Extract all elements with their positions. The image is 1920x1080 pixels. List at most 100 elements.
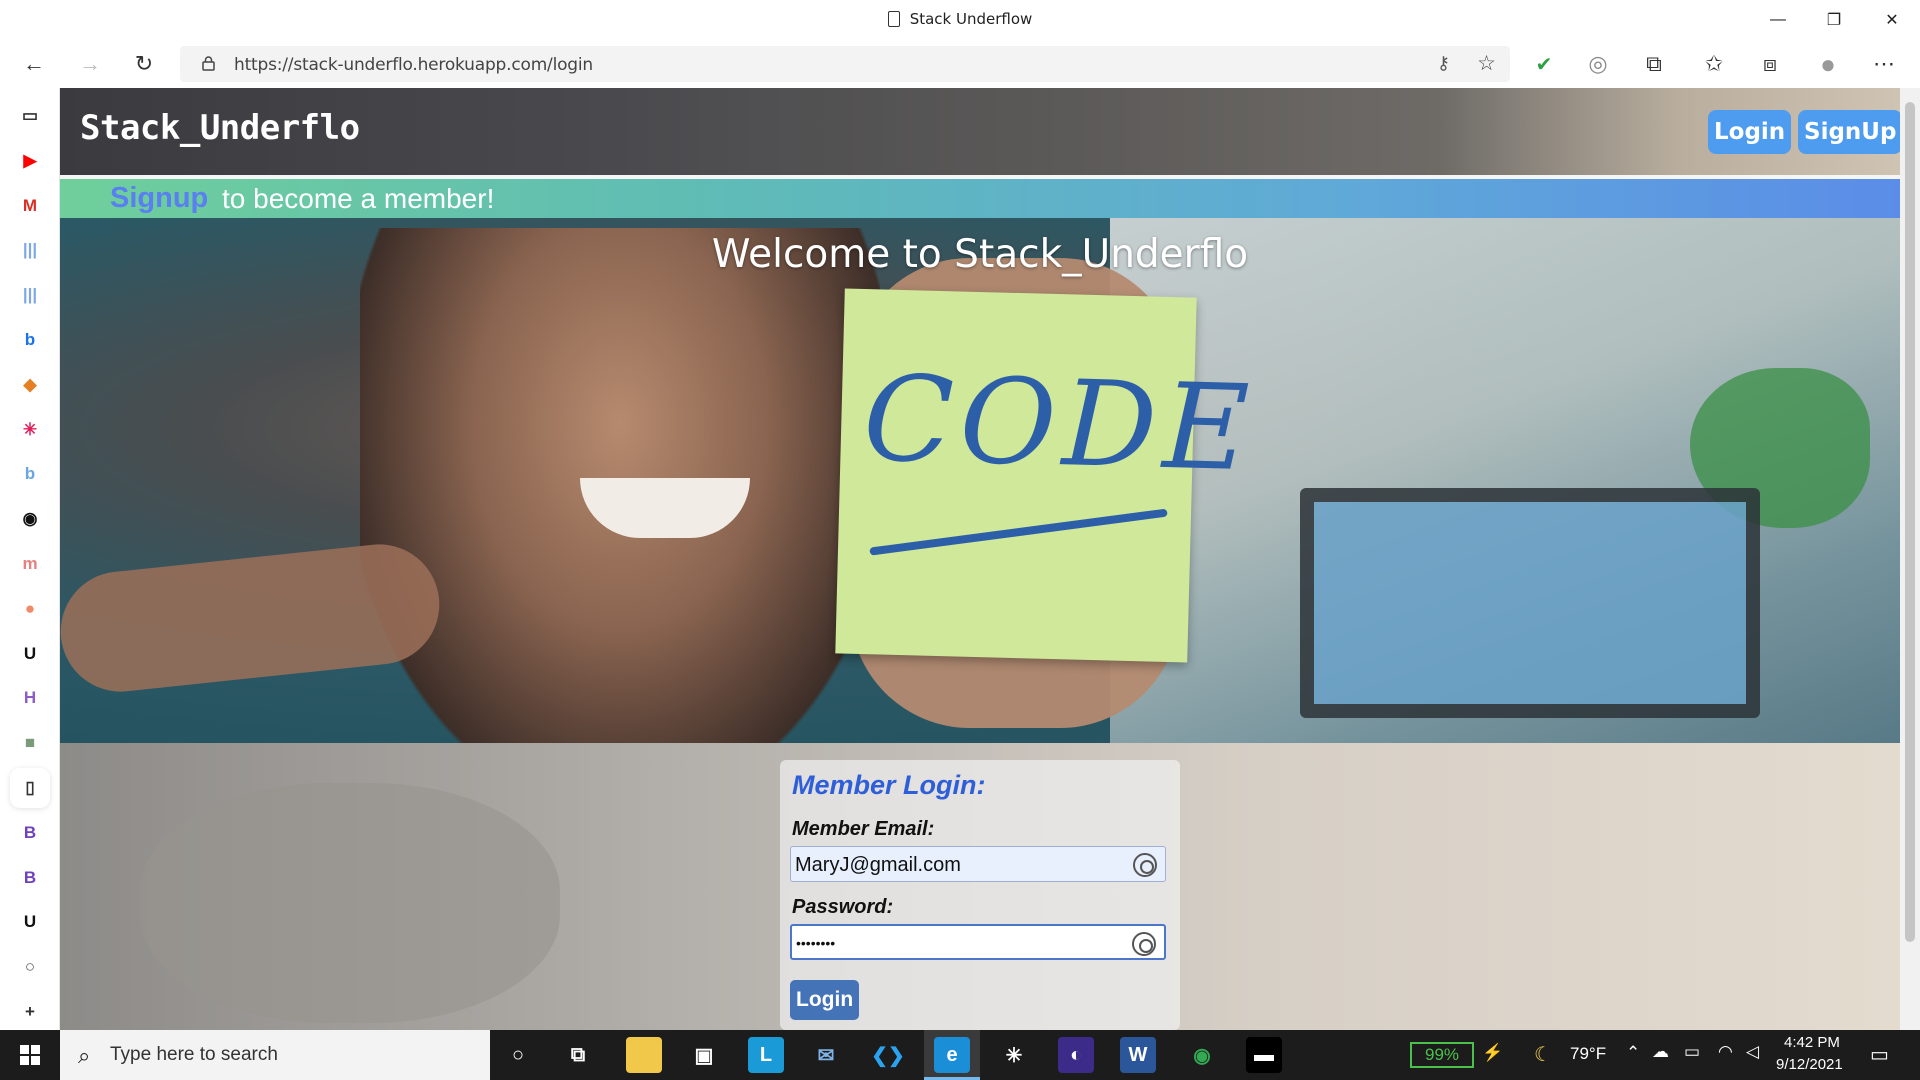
taskbar-terminal-icon[interactable]: ▬ [1246, 1037, 1282, 1073]
taskbar-l-app-icon[interactable]: L [748, 1037, 784, 1073]
vertical-tab-icon[interactable]: B [16, 864, 44, 892]
search-icon: ⌕ [78, 1043, 91, 1068]
taskbar-store-icon[interactable]: ▣ [686, 1037, 722, 1073]
vertical-tab-icon[interactable]: ||| [16, 281, 44, 309]
site-navbar: Stack_Underflo Login SignUp [60, 88, 1900, 175]
vertical-tab-icon[interactable]: ||| [16, 236, 44, 264]
vertical-tab-icon[interactable]: U [16, 908, 44, 936]
taskbar-mail-icon[interactable]: ✉ [808, 1037, 844, 1073]
login-heading: Member Login: [792, 770, 986, 800]
scrollbar-thumb[interactable] [1905, 102, 1915, 942]
vertical-tab-icon[interactable]: ○ [16, 953, 44, 981]
email-label: Member Email: [792, 818, 935, 840]
vertical-tab-icon[interactable]: ✳ [16, 416, 44, 444]
page-viewport: Stack_Underflo Login SignUp Signup to be… [60, 88, 1900, 1030]
vertical-tab-icon[interactable]: ◉ [16, 505, 44, 533]
nav-signup-button[interactable]: SignUp [1798, 110, 1900, 154]
vertical-tab-icon[interactable]: ▭ [16, 102, 44, 130]
window-title-bar: Stack Underflow — ❐ ✕ [0, 0, 1920, 40]
welcome-heading: Welcome to Stack_Underflo [711, 232, 1249, 277]
back-button[interactable]: ← [16, 46, 52, 82]
vertical-scrollbar[interactable] [1900, 88, 1920, 1030]
vertical-tabs-panel: ▭ ▶ M ||| ||| b ◆ ✳ b ◉ m ● U H ■ ▯ B B U ○ + [0, 88, 60, 1030]
signup-banner: Signup to become a member! [60, 179, 1900, 218]
cloud-icon[interactable]: ☁ [1652, 1042, 1669, 1062]
battery-indicator[interactable]: 99% [1410, 1042, 1474, 1068]
clock-date[interactable]: 9/12/2021 [1776, 1056, 1843, 1073]
background-texture [140, 783, 560, 1023]
page-icon [887, 11, 900, 27]
vertical-tab-icon[interactable]: ▶ [16, 147, 44, 175]
email-value: MaryJ@gmail.com [795, 854, 961, 876]
taskbar-cortana-icon[interactable]: ○ [500, 1037, 536, 1073]
wifi-icon[interactable]: ◠ [1718, 1042, 1733, 1062]
vertical-tab-icon[interactable]: B [16, 819, 44, 847]
collections-icon[interactable]: ⧈ [1752, 46, 1788, 82]
clock-time[interactable]: 4:42 PM [1784, 1034, 1840, 1051]
site-brand[interactable]: Stack_Underflo [80, 108, 360, 148]
weather-text[interactable]: 79°F [1570, 1044, 1606, 1064]
taskbar-vscode-icon[interactable]: ❮❯ [870, 1037, 906, 1073]
banner-signup-link[interactable]: Signup [110, 182, 208, 215]
extension-check-icon[interactable]: ✔ [1526, 46, 1562, 82]
password-manager-icon[interactable] [1133, 853, 1157, 877]
password-field[interactable]: •••••••• [790, 924, 1166, 960]
url-text[interactable]: https://stack-underflo.herokuapp.com/log… [234, 55, 593, 75]
nav-login-button[interactable]: Login [1708, 110, 1792, 154]
window-title: Stack Underflow [0, 10, 1920, 28]
vertical-tab-icon[interactable]: ▯ [16, 774, 44, 802]
password-manager-icon[interactable] [1132, 932, 1156, 956]
minimize-button[interactable]: — [1750, 0, 1806, 40]
start-button[interactable] [0, 1030, 60, 1080]
windows-logo-icon [20, 1045, 40, 1065]
taskbar-word-icon[interactable]: W [1120, 1037, 1156, 1073]
taskbar-search[interactable]: ⌕ Type here to search [60, 1030, 490, 1080]
moon-icon: ☾ [1534, 1044, 1552, 1066]
extension-circle-icon[interactable]: ◎ [1580, 46, 1616, 82]
charging-icon: ⚡ [1482, 1043, 1504, 1062]
notifications-icon[interactable]: ▭ [1870, 1042, 1889, 1067]
refresh-button[interactable]: ↻ [126, 46, 162, 82]
vertical-tab-icon[interactable]: H [16, 684, 44, 712]
close-button[interactable]: ✕ [1864, 0, 1920, 40]
email-field[interactable]: MaryJ@gmail.com [790, 846, 1166, 882]
vertical-tab-icon[interactable]: ■ [16, 729, 44, 757]
password-value: •••••••• [796, 935, 836, 951]
sticky-note-text: CODE [861, 349, 1257, 498]
volume-icon[interactable]: ◁ [1746, 1042, 1759, 1062]
vertical-tab-icon[interactable]: ● [16, 595, 44, 623]
address-bar[interactable]: https://stack-underflo.herokuapp.com/log… [180, 46, 1510, 82]
lock-icon [202, 56, 215, 71]
vertical-tab-icon[interactable]: U [16, 640, 44, 668]
login-submit-button[interactable]: Login [790, 980, 860, 1020]
vertical-tab-icon[interactable]: ◆ [16, 371, 44, 399]
password-label: Password: [792, 896, 894, 918]
more-menu-icon[interactable]: ⋯ [1866, 46, 1902, 82]
sticky-note: CODE [835, 288, 1257, 663]
taskbar-slack-icon[interactable]: ✳ [996, 1037, 1032, 1073]
vertical-tab-icon[interactable]: b [16, 326, 44, 354]
password-key-icon[interactable]: ⚷ [1437, 53, 1450, 74]
vertical-tab-icon[interactable]: b [16, 460, 44, 488]
windows-taskbar: ⌕ Type here to search ○ ⧉ ▬ ▣ L ✉ ❮❯ e ✳ ◐ W ◉ ▬ 99%… [0, 1030, 1920, 1080]
vertical-tab-icon[interactable]: M [16, 192, 44, 220]
battery-icon[interactable]: ▭ [1684, 1042, 1700, 1062]
tray-chevron-icon[interactable]: ⌃ [1626, 1043, 1640, 1063]
extensions-icon[interactable]: ⧉ [1636, 46, 1672, 82]
search-placeholder: Type here to search [110, 1044, 278, 1065]
taskbar-circle-app-icon[interactable]: ◐ [1058, 1037, 1094, 1073]
sticky-note-underline [869, 508, 1168, 556]
add-favorite-icon[interactable]: ☆ [1477, 51, 1496, 76]
window-title-text: Stack Underflow [909, 10, 1033, 28]
vertical-tab-icon[interactable]: m [16, 550, 44, 578]
taskbar-task-view-icon[interactable]: ⧉ [560, 1037, 596, 1073]
forward-button[interactable]: → [72, 46, 108, 82]
profile-avatar[interactable]: ● [1810, 46, 1846, 82]
favorites-icon[interactable]: ✩ [1696, 46, 1732, 82]
taskbar-chrome-icon[interactable]: ◉ [1184, 1037, 1220, 1073]
taskbar-file-explorer-icon[interactable]: ▬ [626, 1037, 662, 1073]
login-form: Member Login: Member Email: MaryJ@gmail.… [780, 760, 1180, 1030]
restore-button[interactable]: ❐ [1806, 0, 1862, 40]
taskbar-edge-icon[interactable]: e [934, 1037, 970, 1073]
vertical-tab-icon[interactable]: + [16, 998, 44, 1026]
